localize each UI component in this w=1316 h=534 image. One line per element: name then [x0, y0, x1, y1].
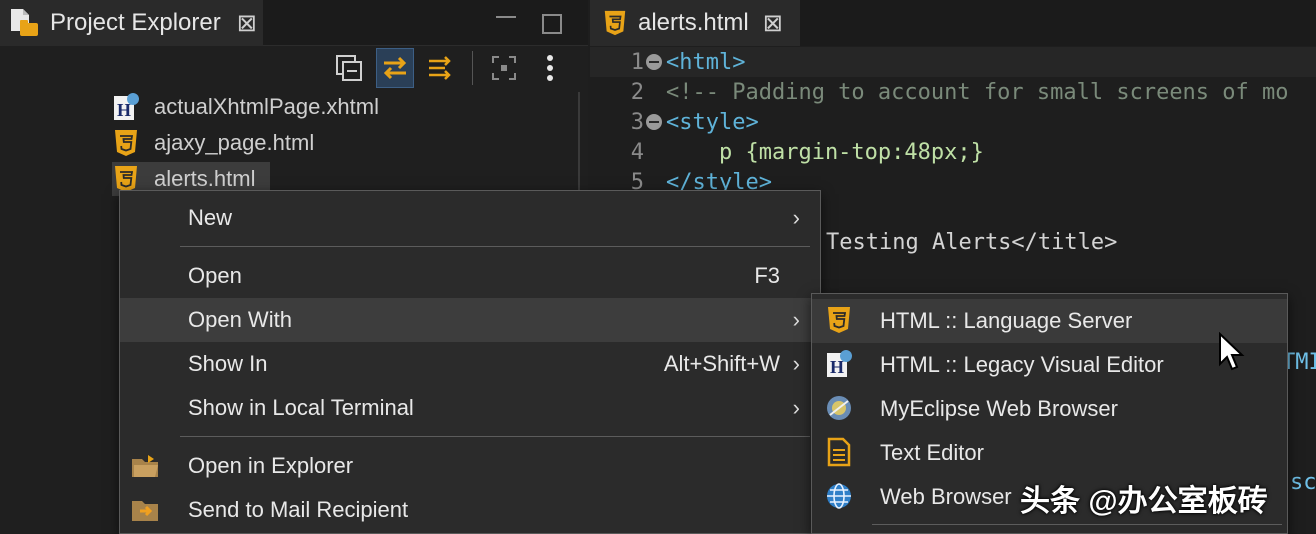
fold-icon[interactable] [646, 114, 662, 130]
toolbar-separator [472, 51, 473, 85]
project-explorer-title: Project Explorer [50, 9, 221, 36]
line-number: 3 [630, 109, 644, 135]
menu-item-open-in-explorer[interactable]: Open in Explorer [120, 444, 820, 488]
view-menu-button[interactable] [531, 48, 569, 88]
code-line: 2 <!-- Padding to account for small scre… [590, 77, 1289, 107]
menu-item-shortcut: F3 [754, 263, 780, 288]
xhtml-file-icon: H [114, 93, 139, 120]
submenu-item-label: HTML :: Legacy Visual Editor [880, 352, 1164, 377]
code-fragment: sc [1290, 467, 1316, 497]
html-editor-icon: H [827, 350, 852, 377]
html5-icon [604, 10, 626, 36]
tree-item[interactable]: ajaxy_page.html [112, 126, 314, 160]
submenu-item-html-language-server[interactable]: HTML :: Language Server [812, 299, 1287, 343]
link-arrows-icon [383, 56, 407, 80]
file-label: alerts.html [154, 166, 256, 191]
focus-button[interactable] [485, 48, 523, 88]
code-text: <!-- Padding to account for small screen… [666, 79, 1289, 105]
globe-icon [827, 483, 851, 509]
menu-item-label: New [188, 205, 233, 230]
submenu-item-html-legacy-visual-editor[interactable]: H HTML :: Legacy Visual Editor [812, 343, 1287, 387]
close-icon[interactable]: ⊠ [237, 9, 257, 38]
minimize-icon[interactable] [496, 16, 516, 20]
submenu-item-text-editor[interactable]: Text Editor [812, 431, 1287, 475]
myeclipse-browser-icon [827, 396, 851, 420]
menu-item-label: Open With [188, 307, 292, 332]
filter-icon [429, 56, 451, 80]
code-text: p {margin-top:48px;} [666, 139, 984, 165]
watermark: 头条 @办公室板砖 [1020, 485, 1268, 518]
code-line: 4 p {margin-top:48px;} [590, 137, 984, 167]
html5-icon [828, 307, 850, 333]
menu-item-send-to-mail[interactable]: Send to Mail Recipient [120, 488, 820, 532]
collapse-all-icon [336, 55, 362, 81]
menu-item-label: Show in Local Terminal [188, 395, 414, 420]
line-number: 4 [630, 139, 644, 165]
menu-item-show-in-local-terminal[interactable]: Show in Local Terminal › [120, 386, 820, 430]
menu-item-label: Open in Explorer [188, 453, 354, 478]
menu-separator [872, 524, 1282, 525]
code-line: 1 <html> [590, 47, 1316, 77]
line-number: 1 [630, 49, 644, 75]
menu-separator [180, 436, 810, 437]
menu-item-label: Open [188, 263, 242, 288]
project-explorer-tab[interactable]: Project Explorer ⊠ [0, 0, 263, 46]
code-text: <html> [666, 49, 746, 75]
code-text: <style> [666, 109, 759, 135]
explorer-tab-strip [263, 0, 588, 46]
chevron-right-icon: › [792, 351, 800, 376]
collapse-all-button[interactable] [330, 48, 368, 88]
editor-tab[interactable]: alerts.html ⊠ [590, 0, 800, 46]
code-text: sc [1290, 469, 1316, 495]
chevron-right-icon: › [792, 205, 800, 230]
editor-tab-title: alerts.html [638, 9, 749, 36]
mouse-pointer-icon [1219, 332, 1245, 371]
editor-tab-strip [800, 0, 1316, 46]
explorer-toolbar [330, 46, 569, 90]
html5-file-icon [115, 130, 137, 156]
menu-item-show-in[interactable]: Show In Alt+Shift+W › [120, 342, 820, 386]
line-number: 2 [630, 79, 644, 105]
link-with-editor-button[interactable] [376, 48, 414, 88]
fold-icon[interactable] [646, 54, 662, 70]
menu-item-open-with[interactable]: Open With › [120, 298, 820, 342]
submenu-item-label: Text Editor [880, 440, 984, 465]
chevron-right-icon: › [792, 395, 800, 420]
text-file-icon [827, 437, 851, 467]
menu-item-label: Show In [188, 351, 268, 376]
menu-separator [180, 246, 810, 247]
close-icon[interactable]: ⊠ [763, 9, 783, 38]
chevron-right-icon: › [792, 307, 800, 332]
submenu-item-label: MyEclipse Web Browser [880, 396, 1118, 421]
folder-send-icon [132, 501, 158, 521]
submenu-item-myeclipse-web-browser[interactable]: MyEclipse Web Browser [812, 387, 1287, 431]
menu-item-new[interactable]: New › [120, 196, 820, 240]
submenu-item-label: HTML :: Language Server [880, 308, 1133, 333]
focus-icon [492, 56, 516, 80]
project-explorer-icon [11, 9, 38, 36]
menu-item-shortcut: Alt+Shift+W [663, 351, 780, 376]
code-text: Testing Alerts</title> [826, 229, 1118, 255]
maximize-icon[interactable] [542, 14, 562, 34]
tree-item[interactable]: H actualXhtmlPage.xhtml [112, 90, 379, 124]
context-menu: New › Open F3 Open With › Show In Alt+Sh… [119, 190, 821, 534]
file-label: ajaxy_page.html [154, 130, 315, 155]
submenu-item-label: Web Browser [880, 484, 1012, 509]
menu-item-label: Send to Mail Recipient [188, 497, 409, 522]
filters-button[interactable] [422, 48, 460, 88]
code-line: 3 <style> [590, 107, 759, 137]
folder-open-icon [132, 455, 158, 477]
kebab-menu-icon [547, 55, 553, 81]
menu-item-open[interactable]: Open F3 [120, 254, 820, 298]
file-label: actualXhtmlPage.xhtml [154, 94, 379, 119]
code-line: Testing Alerts</title> [822, 227, 1117, 257]
